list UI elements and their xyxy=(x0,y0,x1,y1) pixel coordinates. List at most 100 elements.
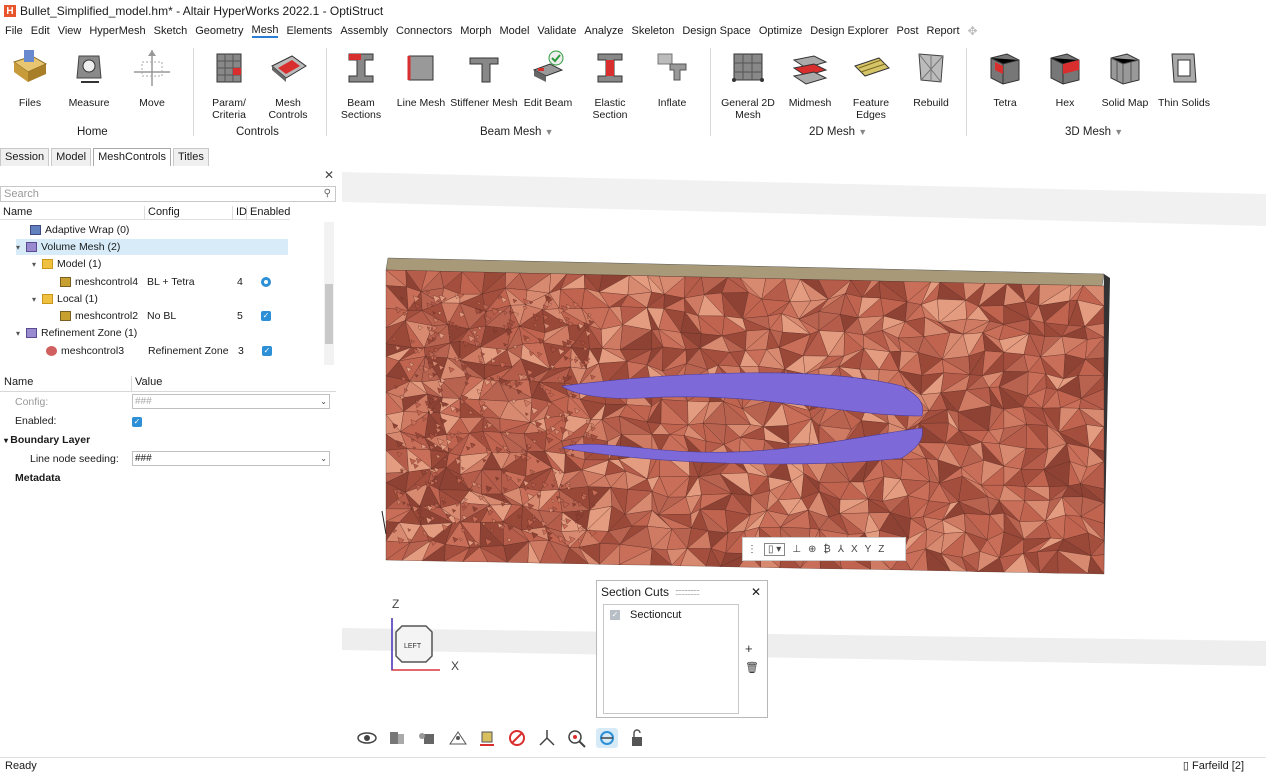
enabled-checkbox[interactable]: ✓ xyxy=(261,311,271,321)
menu-post[interactable]: Post xyxy=(896,25,918,37)
menu-elements[interactable]: Elements xyxy=(286,25,332,37)
menu-design-space[interactable]: Design Space xyxy=(682,25,751,37)
param-criteria-button[interactable]: Param/ Criteria xyxy=(206,48,252,121)
menu-validate[interactable]: Validate xyxy=(537,25,576,37)
menu-hypermesh[interactable]: HyperMesh xyxy=(89,25,145,37)
flip-icon[interactable]: ₿ xyxy=(823,544,830,555)
elastic-section-button[interactable]: Elastic Section xyxy=(584,48,636,121)
solid-map-button[interactable]: Solid Map xyxy=(1098,48,1152,109)
trash-icon[interactable]: 🗑 xyxy=(745,661,759,674)
axis-triad-icon[interactable] xyxy=(536,728,558,748)
feature-edges-button[interactable]: Feature Edges xyxy=(844,48,898,121)
mask-icon[interactable] xyxy=(446,728,468,748)
group-3d-mesh[interactable]: 3D Mesh ▼ xyxy=(1065,126,1123,138)
menu-connectors[interactable]: Connectors xyxy=(396,25,452,37)
column-id[interactable]: ID xyxy=(233,206,247,219)
show-hide-icon[interactable] xyxy=(386,728,408,748)
beam-sections-button[interactable]: Beam Sections xyxy=(336,48,386,121)
hex-button[interactable]: Hex xyxy=(1040,48,1090,109)
visibility-eye-icon[interactable] xyxy=(356,728,378,748)
menu-sketch[interactable]: Sketch xyxy=(154,25,188,37)
enabled-checkbox[interactable]: ✓ xyxy=(132,416,142,427)
tree-item-meshcontrol4[interactable]: meshcontrol4 BL + Tetra 4 xyxy=(60,274,324,290)
property-group-boundary-layer[interactable]: ▾ Boundary Layer xyxy=(0,430,336,449)
menu-mesh[interactable]: Mesh xyxy=(251,24,279,38)
thin-solids-button[interactable]: Thin Solids xyxy=(1156,48,1212,109)
column-enabled[interactable]: Enabled xyxy=(247,206,290,219)
line-mesh-button[interactable]: Line Mesh xyxy=(396,48,446,109)
tree-item-local[interactable]: ▾ Local (1) xyxy=(32,291,98,307)
menu-optimize[interactable]: Optimize xyxy=(759,25,802,37)
rebuild-button[interactable]: Rebuild xyxy=(906,48,956,109)
search-input[interactable]: Search ⚲ xyxy=(0,186,336,202)
tree-item-meshcontrol3[interactable]: meshcontrol3 Refinement Zone 3 ✓ xyxy=(46,343,324,359)
enabled-radio[interactable] xyxy=(261,277,271,287)
collapse-arrow-icon[interactable]: ▾ xyxy=(32,260,42,269)
z-axis-button[interactable]: Z xyxy=(878,544,884,555)
drag-handle[interactable]: :::::::::::::::: xyxy=(675,581,700,603)
collapse-arrow-icon[interactable]: ▾ xyxy=(16,329,26,338)
clip-plane-icon[interactable]: ⊥ xyxy=(792,544,801,555)
isolate-icon[interactable] xyxy=(416,728,438,748)
column-config[interactable]: Config xyxy=(145,206,233,219)
section-cut-item[interactable]: ✓ Sectioncut xyxy=(604,605,738,625)
mesh-controls-button[interactable]: Mesh Controls xyxy=(260,48,316,121)
menu-assembly[interactable]: Assembly xyxy=(340,25,388,37)
group-2d-mesh[interactable]: 2D Mesh ▼ xyxy=(809,126,867,138)
menu-skeleton[interactable]: Skeleton xyxy=(632,25,675,37)
menu-geometry[interactable]: Geometry xyxy=(195,25,243,37)
edit-beam-button[interactable]: Edit Beam xyxy=(522,48,574,109)
menu-file[interactable]: File xyxy=(5,25,23,37)
group-beam-mesh[interactable]: Beam Mesh ▼ xyxy=(480,126,553,138)
tab-meshcontrols[interactable]: MeshControls xyxy=(93,148,171,166)
axis-icon[interactable]: ⅄ xyxy=(838,544,844,555)
move-button[interactable]: Move xyxy=(126,48,178,109)
current-component[interactable]: ▯ Farfeild [2] xyxy=(1183,758,1244,775)
graphics-viewport[interactable] xyxy=(342,166,1266,756)
tab-titles[interactable]: Titles xyxy=(172,148,209,166)
no-style-icon[interactable] xyxy=(506,728,528,748)
menu-analyze[interactable]: Analyze xyxy=(584,25,623,37)
column-name[interactable]: Name xyxy=(0,206,145,219)
menu-model[interactable]: Model xyxy=(499,25,529,37)
tree-item-refinement-zone[interactable]: ▾ Refinement Zone (1) xyxy=(16,325,137,341)
tree-item-adaptive-wrap[interactable]: Adaptive Wrap (0) xyxy=(30,222,129,238)
tab-model[interactable]: Model xyxy=(51,148,92,166)
menu-edit[interactable]: Edit xyxy=(31,25,50,37)
y-axis-button[interactable]: Y xyxy=(865,544,872,555)
close-icon[interactable]: ✕ xyxy=(324,168,334,182)
enabled-checkbox[interactable]: ✓ xyxy=(262,346,272,356)
view-mode-dropdown[interactable]: ▯ ▾ xyxy=(764,542,786,556)
menu-report[interactable]: Report xyxy=(927,25,960,37)
tab-session[interactable]: Session xyxy=(0,148,50,166)
add-icon[interactable]: + xyxy=(745,641,753,656)
general-2d-mesh-button[interactable]: General 2D Mesh xyxy=(718,48,778,121)
menu-view[interactable]: View xyxy=(58,25,82,37)
inflate-button[interactable]: Inflate xyxy=(646,48,698,109)
collapse-arrow-icon[interactable]: ▾ xyxy=(16,243,26,252)
tree-scrollbar[interactable] xyxy=(324,222,334,365)
tree-item-volume-mesh[interactable]: ▾ Volume Mesh (2) xyxy=(16,239,288,255)
stiffener-mesh-button[interactable]: Stiffener Mesh xyxy=(450,48,518,109)
tree-item-meshcontrol2[interactable]: meshcontrol2 No BL 5 ✓ xyxy=(60,308,324,324)
section-cut-icon[interactable] xyxy=(596,728,618,748)
search-icon[interactable]: ⚲ xyxy=(324,187,331,201)
section-cut-checkbox[interactable]: ✓ xyxy=(610,610,620,620)
add-ribbon-icon[interactable]: ✥ xyxy=(968,24,978,38)
tree-item-model[interactable]: ▾ Model (1) xyxy=(32,256,101,272)
scrollbar-thumb[interactable] xyxy=(325,284,333,344)
mesh-model[interactable] xyxy=(342,166,1266,756)
measure-button[interactable]: Measure xyxy=(64,48,114,109)
collapse-arrow-icon[interactable]: ▾ xyxy=(32,295,42,304)
property-group-metadata[interactable]: Metadata xyxy=(0,468,336,487)
line-node-seeding-select[interactable]: ### ⌄ xyxy=(132,451,330,466)
midmesh-button[interactable]: Midmesh xyxy=(786,48,834,109)
tetra-button[interactable]: Tetra xyxy=(980,48,1030,109)
close-icon[interactable]: ✕ xyxy=(751,581,761,603)
color-by-icon[interactable] xyxy=(476,728,498,748)
rotate-plane-icon[interactable]: ⊕ xyxy=(808,544,816,555)
lock-icon[interactable] xyxy=(626,728,648,748)
zoom-icon[interactable] xyxy=(566,728,588,748)
x-axis-button[interactable]: X xyxy=(851,544,858,555)
files-button[interactable]: Files xyxy=(6,48,54,109)
